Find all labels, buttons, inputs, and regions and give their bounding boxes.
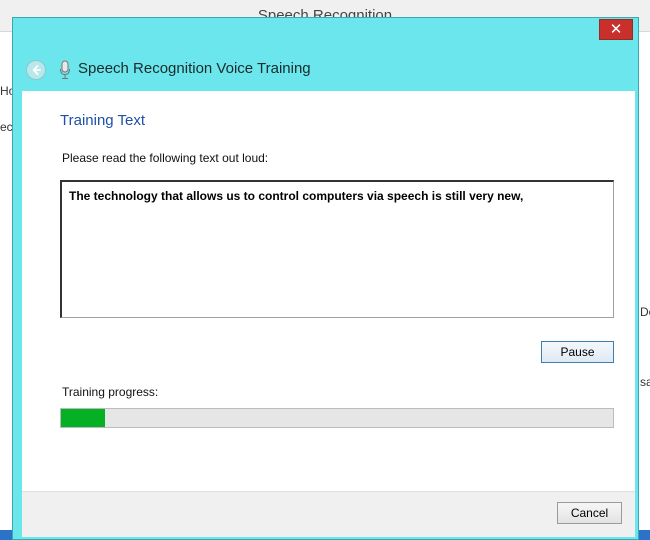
background-text-fragment: De [640,305,650,319]
back-button[interactable] [26,60,46,80]
background-text-fragment: sa [640,375,650,389]
dialog-title: Speech Recognition Voice Training [78,60,311,77]
close-button[interactable]: ✕ [599,19,633,40]
progress-label: Training progress: [62,385,159,399]
cancel-button[interactable]: Cancel [557,502,622,524]
pause-button[interactable]: Pause [541,341,614,363]
training-text: The technology that allows us to control… [69,189,524,203]
microphone-icon [60,60,70,79]
training-text-box[interactable]: The technology that allows us to control… [60,180,614,318]
dialog-header: Speech Recognition Voice Training [13,52,640,88]
training-progress-bar [60,408,614,428]
voice-training-dialog: ✕ Speech Recognition Voice Training Trai… [12,17,639,540]
content-panel: Training Text Please read the following … [22,91,635,491]
instruction-label: Please read the following text out loud: [62,151,269,165]
progress-fill [61,409,106,427]
dialog-footer: Cancel [22,491,635,537]
close-icon: ✕ [609,20,623,38]
back-arrow-icon [32,65,41,75]
training-text-heading: Training Text [60,112,146,129]
